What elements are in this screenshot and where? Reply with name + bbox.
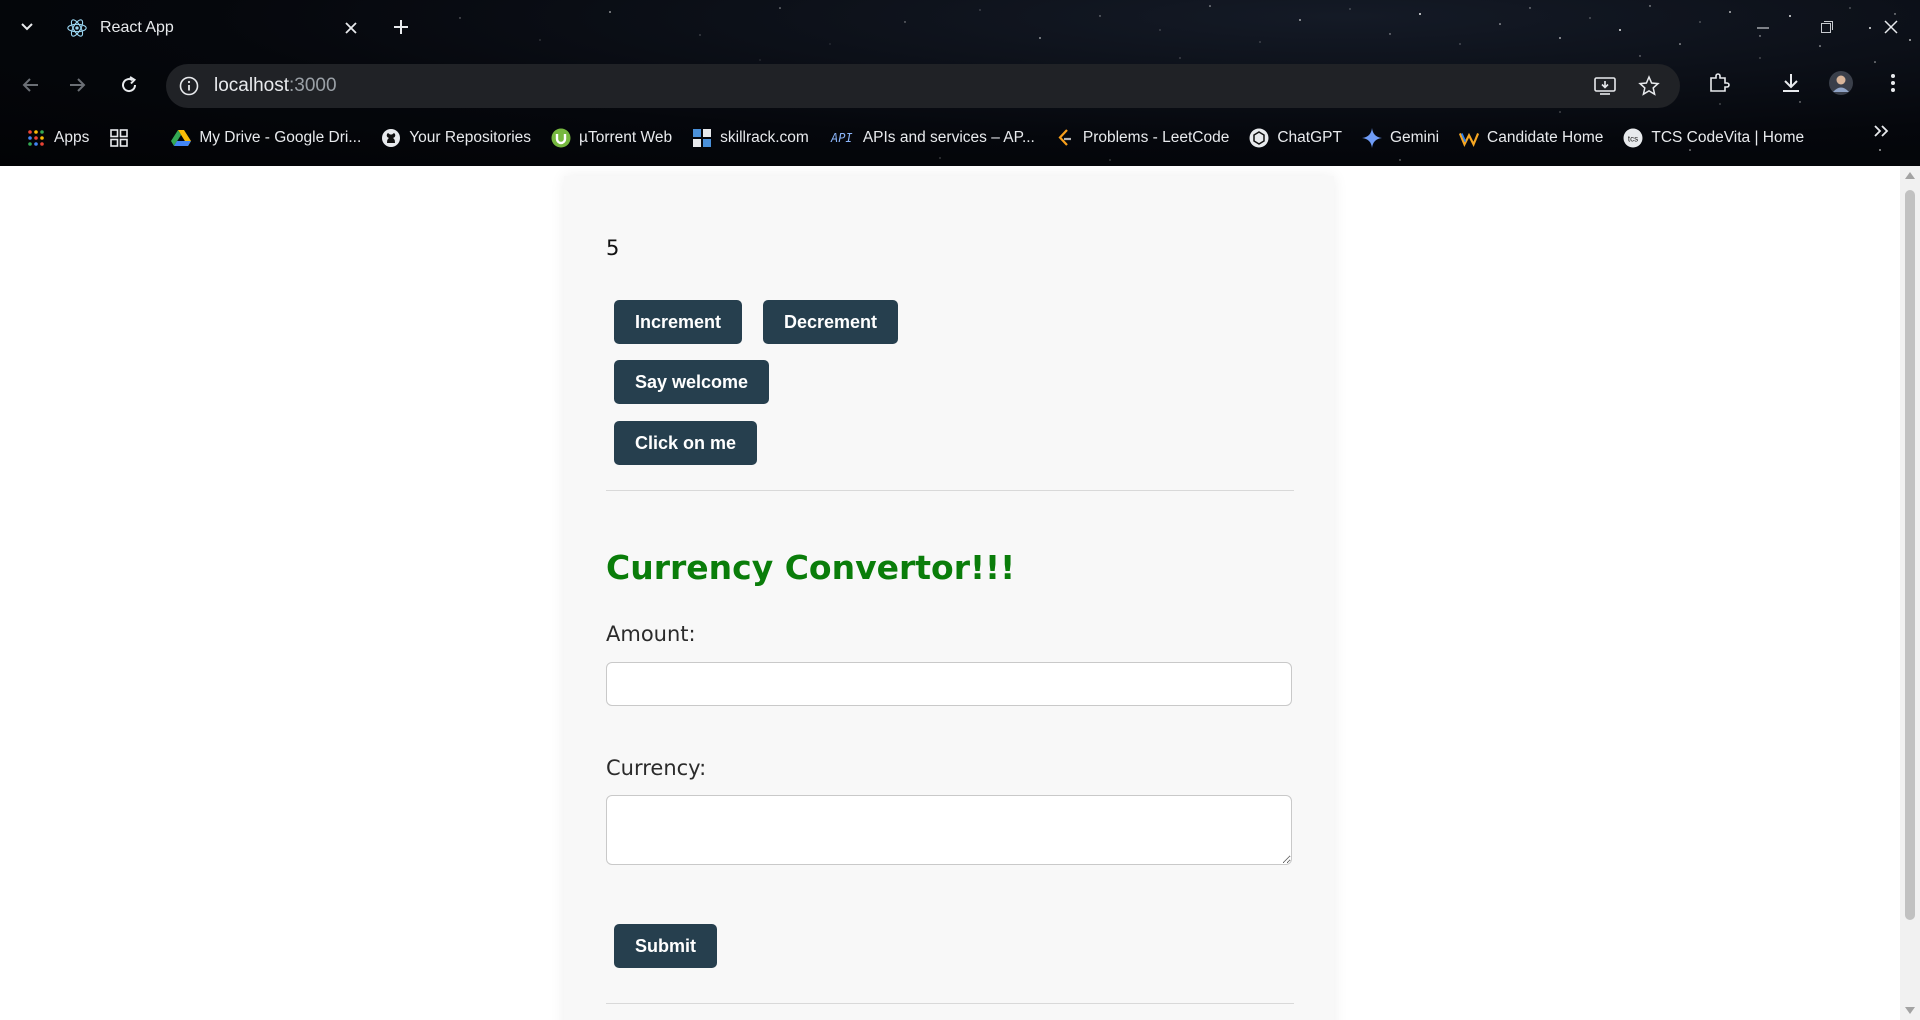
minimize-button[interactable] <box>1748 12 1778 42</box>
extensions-button[interactable] <box>1704 68 1734 98</box>
bookmark-label: My Drive - Google Dri... <box>199 129 362 146</box>
react-logo-icon <box>67 19 87 37</box>
api-icon: API <box>830 131 853 145</box>
site-info-icon[interactable] <box>178 75 200 97</box>
restore-button[interactable] <box>1812 12 1842 42</box>
amount-label: Amount: <box>606 622 696 646</box>
bookmark-skillrack[interactable]: skillrack.com <box>692 128 809 148</box>
reload-button[interactable] <box>112 68 146 102</box>
bookmark-label: Problems - LeetCode <box>1082 129 1230 146</box>
bookmark-utorrent[interactable]: µTorrent Web <box>551 128 672 148</box>
bookmark-label: ChatGPT <box>1277 129 1342 146</box>
close-window-button[interactable] <box>1876 12 1906 42</box>
bookmark-label: µTorrent Web <box>579 129 673 146</box>
currency-label: Currency: <box>606 756 707 780</box>
minimize-icon <box>1757 27 1769 29</box>
increment-button[interactable]: Increment <box>614 300 743 344</box>
click-on-me-button[interactable]: Click on me <box>614 421 758 465</box>
scrollbar-thumb[interactable] <box>1905 190 1915 920</box>
tcs-icon: tcs <box>1623 128 1643 148</box>
bookmarks-bar: Apps My Drive - Google Dri... Your Repos… <box>0 120 1920 156</box>
amount-input[interactable] <box>606 662 1292 706</box>
bookmark-label: Your Repositories <box>409 129 532 146</box>
skillrack-icon <box>692 128 712 148</box>
bookmark-tab-groups[interactable] <box>109 128 137 148</box>
bookmark-gemini[interactable]: Gemini <box>1361 128 1440 148</box>
tab-groups-icon <box>109 128 129 148</box>
google-drive-icon <box>171 128 192 148</box>
tab-title: React App <box>100 19 174 36</box>
bookmark-apps[interactable]: Apps <box>26 128 89 148</box>
section-divider-bottom <box>606 1003 1294 1004</box>
app-card: 5 Increment Decrement Say welcome Click … <box>564 176 1334 1020</box>
converter-title: Currency Convertor!!! <box>606 548 1016 587</box>
section-divider <box>606 490 1294 491</box>
browser-toolbar: localhost:3000 <box>0 60 1920 110</box>
arrow-right-icon <box>70 78 86 92</box>
page-viewport: 5 Increment Decrement Say welcome Click … <box>0 166 1900 1020</box>
bookmark-candidate-home[interactable]: Candidate Home <box>1459 128 1603 148</box>
scroll-down-icon[interactable] <box>1905 1007 1915 1014</box>
bookmark-star-icon[interactable] <box>1634 71 1664 101</box>
chatgpt-icon <box>1249 128 1269 148</box>
page-scrollbar[interactable] <box>1900 166 1920 1020</box>
forward-button[interactable] <box>60 68 94 102</box>
bookmark-github[interactable]: Your Repositories <box>381 128 531 148</box>
scroll-up-icon[interactable] <box>1905 172 1915 179</box>
download-icon <box>1783 74 1799 92</box>
say-welcome-button[interactable]: Say welcome <box>614 360 770 404</box>
browser-chrome: React App localhost:3000 Apps My Drive -… <box>0 0 1920 166</box>
utorrent-icon <box>551 128 571 148</box>
candidate-home-icon <box>1459 128 1480 148</box>
back-button[interactable] <box>14 68 48 102</box>
svg-text:tcs: tcs <box>1628 135 1638 144</box>
arrow-left-icon <box>22 78 38 92</box>
plus-icon <box>394 20 408 34</box>
tab-search-button[interactable] <box>14 14 40 40</box>
bookmark-label: Candidate Home <box>1487 129 1604 146</box>
submit-button[interactable]: Submit <box>614 924 717 968</box>
downloads-button[interactable] <box>1776 68 1806 98</box>
bookmark-tcs-codevita[interactable]: tcs TCS CodeVita | Home <box>1623 128 1804 148</box>
bookmark-label: Apps <box>54 129 90 146</box>
address-bar[interactable]: localhost:3000 <box>166 64 1680 108</box>
counter-value: 5 <box>606 236 620 260</box>
puzzle-icon <box>1710 73 1730 92</box>
new-tab-button[interactable] <box>388 14 414 40</box>
leetcode-icon <box>1055 128 1075 148</box>
close-icon <box>1884 20 1898 34</box>
apps-grid-icon <box>26 128 46 148</box>
bookmark-leetcode[interactable]: Problems - LeetCode <box>1055 128 1229 148</box>
currency-textarea[interactable] <box>606 795 1292 865</box>
close-tab-icon[interactable] <box>340 17 362 39</box>
restore-icon <box>1821 21 1833 33</box>
bookmark-google-drive[interactable]: My Drive - Google Dri... <box>171 128 361 148</box>
bookmark-label: TCS CodeVita | Home <box>1651 129 1805 146</box>
tab-strip: React App <box>0 0 1920 56</box>
bookmark-apis-services[interactable]: API APIs and services – AP... <box>829 128 1035 148</box>
more-vertical-icon <box>1891 74 1895 92</box>
tab-react-app[interactable]: React App <box>60 10 366 46</box>
chevron-down-icon <box>21 23 33 31</box>
reload-icon <box>122 76 137 93</box>
github-icon <box>381 128 401 148</box>
decrement-button[interactable]: Decrement <box>763 300 899 344</box>
gemini-icon <box>1361 128 1382 148</box>
profile-button[interactable] <box>1826 68 1856 98</box>
browser-menu-button[interactable] <box>1878 68 1908 98</box>
bookmark-label: skillrack.com <box>720 129 809 146</box>
install-app-icon[interactable] <box>1590 71 1620 101</box>
url-text: localhost:3000 <box>214 75 337 96</box>
avatar <box>1829 71 1853 95</box>
bookmark-chatgpt[interactable]: ChatGPT <box>1249 128 1342 148</box>
bookmark-label: APIs and services – AP... <box>862 129 1035 146</box>
more-bookmarks-icon[interactable] <box>1872 122 1890 145</box>
bookmark-label: Gemini <box>1389 129 1440 146</box>
